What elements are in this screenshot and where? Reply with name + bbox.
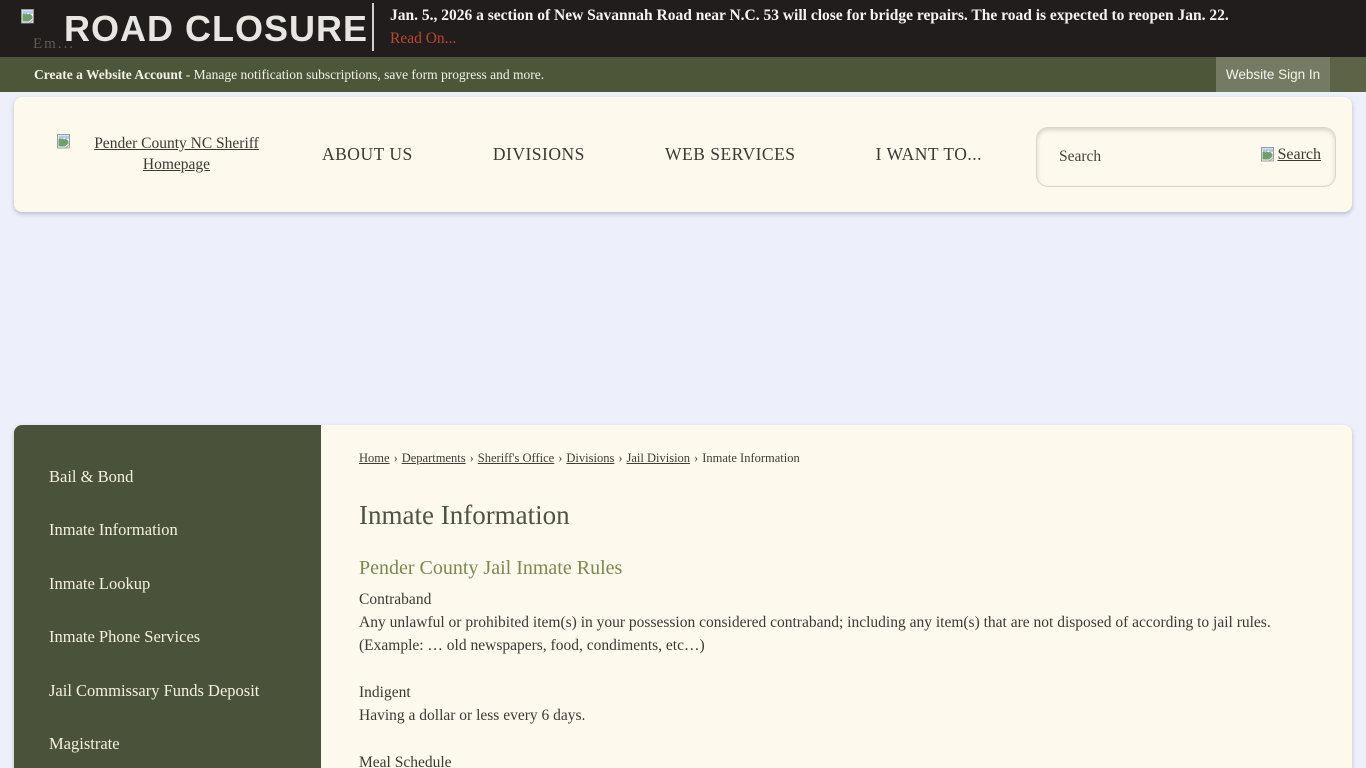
breadcrumb-current: Inmate Information	[702, 451, 800, 465]
rule-label: Contraband	[359, 588, 1332, 611]
page-title: Inmate Information	[359, 500, 1332, 531]
sidebar-item-inmate-information[interactable]: Inmate Information	[14, 504, 321, 558]
emergency-alert-banner: Em... ROAD CLOSURE Jan. 5., 2026 a secti…	[0, 0, 1366, 57]
banner-divider	[372, 3, 374, 51]
breadcrumb-separator: ›	[470, 451, 474, 465]
rule-label: Indigent	[359, 681, 1332, 704]
rule-text: Having a dollar or less every 6 days.	[359, 704, 1332, 727]
create-account-rest: - Manage notification subscriptions, sav…	[182, 67, 544, 82]
breadcrumb: Home › Departments › Sheriff's Office › Divisi…	[359, 451, 1332, 466]
rule-indigent: Indigent Having a dollar or less every 6…	[359, 681, 1332, 727]
rule-text: Any unlawful or prohibited item(s) in yo…	[359, 611, 1332, 657]
rule-label: Meal Schedule	[359, 751, 1332, 768]
logo-alt-text: Pender County NC Sheriff Homepage	[77, 133, 277, 175]
breadcrumb-link-home[interactable]: Home	[359, 451, 390, 465]
site-header: Pender County NC Sheriff Homepage ABOUT …	[14, 97, 1352, 212]
breadcrumb-separator: ›	[694, 451, 698, 465]
sidebar-item-inmate-phone-services[interactable]: Inmate Phone Services	[14, 611, 321, 665]
nav-item-i-want-to[interactable]: I WANT TO...	[876, 144, 982, 165]
read-on-link[interactable]: Read On...	[390, 30, 456, 48]
rule-contraband: Contraband Any unlawful or prohibited it…	[359, 588, 1332, 657]
create-account-link[interactable]: Create a Website Account - Manage notifi…	[34, 57, 544, 92]
main-content: Home › Departments › Sheriff's Office › Divisi…	[321, 425, 1352, 768]
content-card: Bail & Bond Inmate Information Inmate Lo…	[14, 425, 1352, 768]
sidebar-item-magistrate[interactable]: Magistrate	[14, 718, 321, 768]
breadcrumb-link-sheriffs-office[interactable]: Sheriff's Office	[478, 451, 554, 465]
broken-image-icon	[56, 133, 71, 156]
sidebar-item-jail-commissary-funds-deposit[interactable]: Jail Commissary Funds Deposit	[14, 664, 321, 718]
rule-meal-schedule: Meal Schedule	[359, 751, 1332, 768]
create-account-bold: Create a Website Account	[34, 67, 182, 82]
breadcrumb-link-jail-division[interactable]: Jail Division	[627, 451, 691, 465]
section-heading: Pender County Jail Inmate Rules	[359, 557, 1332, 580]
nav-item-web-services[interactable]: WEB SERVICES	[665, 144, 796, 165]
search-button-label: Search	[1277, 146, 1321, 164]
account-bar: Create a Website Account - Manage notifi…	[0, 57, 1366, 92]
sign-in-strip	[1330, 57, 1366, 92]
homepage-logo-link[interactable]: Pender County NC Sheriff Homepage	[40, 133, 292, 175]
breadcrumb-link-departments[interactable]: Departments	[402, 451, 466, 465]
search-box: Search	[1036, 127, 1336, 187]
sidebar-navigation: Bail & Bond Inmate Information Inmate Lo…	[14, 425, 321, 768]
nav-item-divisions[interactable]: DIVISIONS	[493, 144, 585, 165]
alert-message: Jan. 5., 2026 a section of New Savannah …	[390, 7, 1229, 25]
breadcrumb-separator: ›	[394, 451, 398, 465]
breadcrumb-separator: ›	[558, 451, 562, 465]
breadcrumb-separator: ›	[618, 451, 622, 465]
search-button[interactable]: Search	[1260, 146, 1321, 168]
nav-item-about-us[interactable]: ABOUT US	[322, 144, 413, 165]
search-input[interactable]	[1037, 128, 1260, 186]
page: Em... ROAD CLOSURE Jan. 5., 2026 a secti…	[0, 0, 1366, 768]
website-sign-in-button[interactable]: Website Sign In	[1216, 57, 1330, 92]
alert-text-block: Jan. 5., 2026 a section of New Savannah …	[390, 7, 1229, 48]
sidebar-item-bail-and-bond[interactable]: Bail & Bond	[14, 450, 321, 504]
breadcrumb-link-divisions[interactable]: Divisions	[566, 451, 614, 465]
sidebar-item-inmate-lookup[interactable]: Inmate Lookup	[14, 557, 321, 611]
broken-image-icon	[20, 8, 35, 30]
main-navigation: ABOUT US DIVISIONS WEB SERVICES I WANT T…	[322, 97, 982, 212]
alert-title: ROAD CLOSURE	[64, 0, 368, 57]
search-icon	[1260, 146, 1275, 168]
